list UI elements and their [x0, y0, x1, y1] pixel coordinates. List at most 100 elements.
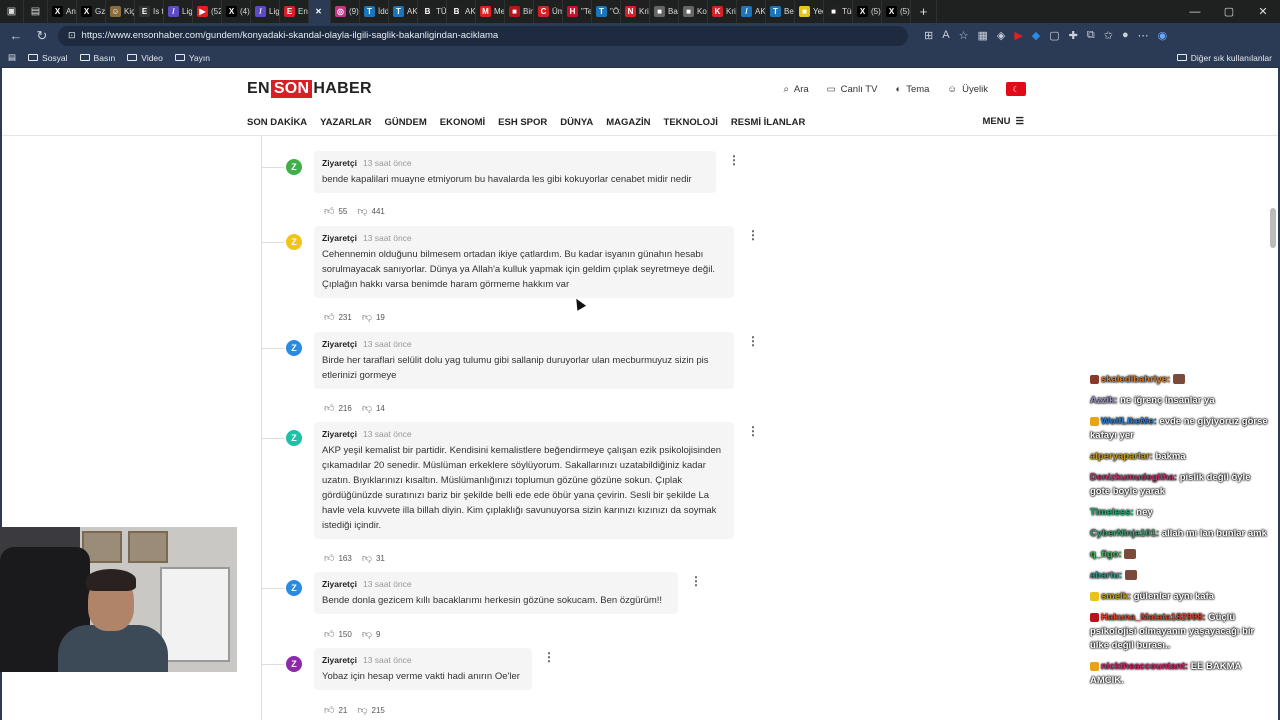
- browser-tab[interactable]: BTÜC: [418, 0, 447, 23]
- favorite-star-icon[interactable]: ☆: [959, 29, 969, 42]
- browser-tab[interactable]: ✕: [309, 0, 331, 23]
- favorites-icon[interactable]: ✩: [1104, 29, 1113, 42]
- browser-tab[interactable]: /Ligi: [251, 0, 280, 23]
- browser-tab[interactable]: X (5): [853, 0, 882, 23]
- nav-link[interactable]: EKONOMİ: [440, 117, 485, 128]
- browser-tab[interactable]: TBeş: [766, 0, 795, 23]
- collections-icon[interactable]: ⧉: [1087, 29, 1095, 42]
- browser-tab[interactable]: X (4): [222, 0, 251, 23]
- extension-icon[interactable]: ▶: [1014, 29, 1022, 42]
- maximize-icon[interactable]: ▢: [1212, 0, 1246, 23]
- bookmark-folder[interactable]: Sosyal: [28, 53, 68, 63]
- like-button[interactable]: 👍︎ 21: [324, 704, 347, 716]
- like-button[interactable]: 👍︎ 231: [324, 311, 352, 323]
- site-logo[interactable]: EN SON HABER: [247, 80, 372, 98]
- header-tool-üyelik[interactable]: ☺ Üyelik: [947, 84, 988, 95]
- nav-link[interactable]: ESH SPOR: [498, 117, 547, 128]
- nav-link[interactable]: MAGAZİN: [606, 117, 650, 128]
- browser-tab[interactable]: ▶ (52: [193, 0, 222, 23]
- browser-tab[interactable]: XGzT: [77, 0, 106, 23]
- profile-avatar[interactable]: ●: [1122, 29, 1129, 42]
- nav-link[interactable]: SON DAKİKA: [247, 117, 307, 128]
- read-aloud-icon[interactable]: A: [942, 29, 949, 42]
- like-count: 231: [338, 312, 352, 322]
- other-bookmarks[interactable]: Diğer sık kullanılanlar: [1176, 53, 1272, 63]
- comment-options-icon[interactable]: ⋮: [747, 335, 759, 347]
- like-button[interactable]: 👍︎ 163: [324, 552, 352, 564]
- dislike-button[interactable]: 👎︎ 9: [362, 628, 381, 640]
- extension-icon[interactable]: ◆: [1032, 29, 1040, 42]
- tab-title: AKP: [407, 7, 418, 16]
- browser-tab[interactable]: H "Te: [563, 0, 592, 23]
- like-button[interactable]: 👍︎ 150: [324, 628, 352, 640]
- browser-tab[interactable]: ◎ (9): [331, 0, 360, 23]
- browser-tab[interactable]: ■Yed: [795, 0, 824, 23]
- browser-tab[interactable]: BAKP: [447, 0, 476, 23]
- nav-link[interactable]: DÜNYA: [560, 117, 593, 128]
- browser-tab[interactable]: X (5): [882, 0, 911, 23]
- like-button[interactable]: 👍︎ 216: [324, 402, 352, 414]
- browser-tab[interactable]: ■Bah: [650, 0, 679, 23]
- nav-link[interactable]: YAZARLAR: [320, 117, 371, 128]
- tab-actions-button[interactable]: ▣: [0, 0, 24, 23]
- close-icon[interactable]: ✕: [1246, 0, 1280, 23]
- tab-title: İddi: [378, 7, 389, 16]
- extension-icon[interactable]: ▢: [1049, 29, 1059, 42]
- extension-icon[interactable]: ▦: [977, 29, 987, 42]
- like-button[interactable]: 👍︎ 55: [324, 205, 347, 217]
- browser-tab[interactable]: M Me: [476, 0, 505, 23]
- nav-link[interactable]: TEKNOLOJİ: [664, 117, 718, 128]
- browser-tab[interactable]: ☺Kiçi: [106, 0, 135, 23]
- url-field[interactable]: ⊡ https://www.ensonhaber.com/gundem/kony…: [58, 25, 908, 46]
- copilot-icon[interactable]: ◉: [1158, 29, 1168, 42]
- turkey-flag-icon[interactable]: ☾: [1006, 82, 1026, 96]
- bookmark-folder[interactable]: Yayın: [174, 53, 210, 63]
- menu-button[interactable]: MENU ☰: [982, 116, 1024, 127]
- scrollbar-thumb[interactable]: [1270, 208, 1276, 248]
- bookmarks-menu-icon[interactable]: ▤: [8, 52, 16, 63]
- dislike-button[interactable]: 👎︎ 19: [362, 311, 385, 323]
- header-tool-tema[interactable]: ◐ Tema: [895, 84, 929, 95]
- comment-options-icon[interactable]: ⋮: [543, 651, 555, 663]
- browser-tab[interactable]: E En: [280, 0, 309, 23]
- comment-options-icon[interactable]: ⋮: [747, 229, 759, 241]
- nav-link[interactable]: GÜNDEM: [385, 117, 427, 128]
- header-tool-ara[interactable]: ⌕ Ara: [784, 84, 809, 95]
- browser-tab[interactable]: ■Kon: [679, 0, 708, 23]
- minimize-icon[interactable]: —: [1178, 0, 1212, 23]
- browser-tab[interactable]: / AK: [737, 0, 766, 23]
- comment-options-icon[interactable]: ⋮: [690, 575, 702, 587]
- tab-favicon-icon: X: [81, 6, 92, 17]
- comment-options-icon[interactable]: ⋮: [747, 425, 759, 437]
- browser-tab[interactable]: /Ligi: [164, 0, 193, 23]
- new-tab-button[interactable]: +: [911, 0, 937, 23]
- comment-options-icon[interactable]: ⋮: [728, 154, 740, 166]
- browser-tab[interactable]: CÜm: [534, 0, 563, 23]
- extension-icon[interactable]: ◈: [997, 29, 1005, 42]
- browser-tab[interactable]: KKriz: [708, 0, 737, 23]
- header-tool-canlı-tv[interactable]: ▭ Canlı TV: [827, 84, 878, 95]
- dislike-button[interactable]: 👎︎ 14: [362, 402, 385, 414]
- browser-tab[interactable]: XAna: [48, 0, 77, 23]
- browser-tab[interactable]: NKriz: [621, 0, 650, 23]
- app-icon[interactable]: ⊞: [924, 29, 933, 42]
- dislike-button[interactable]: 👎︎ 215: [357, 704, 385, 716]
- reload-icon[interactable]: ↻: [32, 28, 52, 44]
- browser-tab[interactable]: Tİddi: [360, 0, 389, 23]
- bookmark-folder[interactable]: Basın: [79, 53, 115, 63]
- back-icon[interactable]: ←: [6, 28, 26, 43]
- dislike-button[interactable]: 👎︎ 31: [362, 552, 385, 564]
- bookmark-folder[interactable]: Video: [127, 53, 163, 63]
- browser-tab[interactable]: ■ Tür: [824, 0, 853, 23]
- tab-overview-button[interactable]: ▤: [24, 0, 48, 23]
- chat-message: q_figo:: [1090, 548, 1272, 562]
- comment-text: bende kapalilari muayne etmiyorum bu hav…: [322, 174, 692, 185]
- extensions-puzzle-icon[interactable]: ✚: [1069, 29, 1078, 42]
- more-menu-icon[interactable]: ⋯: [1138, 29, 1149, 42]
- dislike-button[interactable]: 👎︎ 441: [357, 205, 385, 217]
- browser-tab[interactable]: TAKP: [389, 0, 418, 23]
- browser-tab[interactable]: T"Öz: [592, 0, 621, 23]
- browser-tab[interactable]: EIs tı: [135, 0, 164, 23]
- nav-link[interactable]: RESMİ İLANLAR: [731, 117, 805, 128]
- browser-tab[interactable]: ■Bini: [505, 0, 534, 23]
